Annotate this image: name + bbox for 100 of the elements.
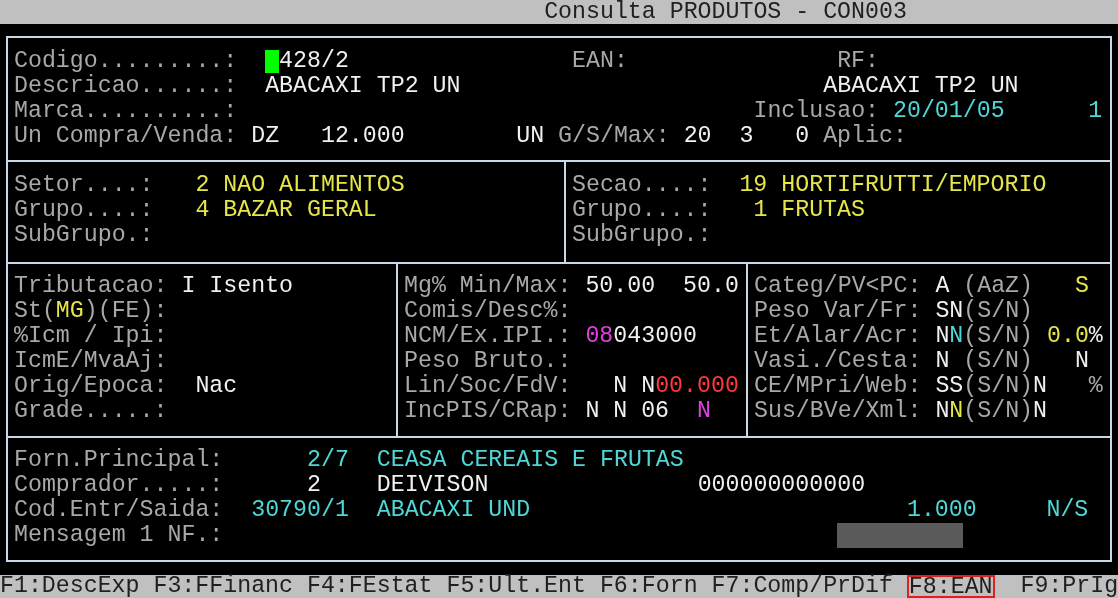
field-label: Peso Var/Fr: <box>754 299 922 324</box>
field-value: N <box>1033 399 1047 424</box>
field-value: 30790/1 <box>251 498 349 523</box>
field-label: Orig/Epoca: <box>14 374 168 399</box>
field-label: SubGrupo.: <box>572 223 712 248</box>
field-label: SubGrupo.: <box>14 223 154 248</box>
field-value: ABACAXI TP2 UN <box>265 74 461 99</box>
function-key[interactable]: F1:DescExp <box>0 575 140 598</box>
field-value: 20/01/05 <box>893 99 1005 124</box>
field-value: 06 <box>641 399 670 424</box>
field-value: NAO ALIMENTOS <box>223 173 405 198</box>
field-value: ABACAXI TP2 UN <box>823 74 1019 99</box>
field-label: Mensagem 1 NF.: <box>14 523 224 548</box>
field-label: Et/Alar/Acr: <box>754 324 922 349</box>
field-value: 08 <box>585 324 614 349</box>
field-value: G/S/Max: <box>558 124 670 149</box>
field-label: Sus/BVe/Xml: <box>754 399 922 424</box>
field-value: N <box>641 374 656 399</box>
field-value: N <box>949 324 964 349</box>
field-value: N <box>935 349 950 374</box>
field-label: Grupo....: <box>14 198 154 223</box>
field-value: (S/N) <box>963 349 1034 374</box>
field-label: Mg% Min/Max: <box>404 274 572 299</box>
cursor-icon <box>265 50 280 73</box>
field-value: DZ <box>251 124 280 149</box>
field-value: N <box>613 399 628 424</box>
field-label: Descricao......: <box>14 74 238 99</box>
field-label: Peso Bruto.: <box>404 349 572 374</box>
field-label: Grade.....: <box>14 399 168 424</box>
field-value: FRUTAS <box>781 198 865 223</box>
field-label: IncPIS/CRap: <box>404 399 572 424</box>
field-value: SS <box>935 374 964 399</box>
field-label: Forn.Principal: <box>14 448 224 473</box>
field-value: N <box>949 399 964 424</box>
field-value: CEASA CEREAIS E FRUTAS <box>376 448 684 473</box>
field-label: Tributacao: <box>14 274 168 299</box>
field-label: St( <box>14 299 56 324</box>
function-key[interactable]: F5:Ult.Ent <box>446 575 586 598</box>
field-label: Codigo.........: <box>14 49 238 74</box>
field-value: 00.000 <box>655 374 739 399</box>
field-value: I Isento <box>181 274 294 299</box>
field-value: % <box>1088 374 1103 399</box>
field-value: (AaZ) <box>963 274 1034 299</box>
field-label: Lin/Soc/FdV: <box>404 374 572 399</box>
field-label: Grupo....: <box>572 198 712 223</box>
field-value: 1 <box>1088 99 1103 124</box>
field-value: 1.000 <box>906 498 977 523</box>
field-value: (S/N) <box>963 399 1034 424</box>
field-value: SN <box>935 299 964 324</box>
field-value: N <box>1033 374 1047 399</box>
function-key[interactable]: F7:Comp/PrDif <box>711 575 893 598</box>
field-label: IcmE/MvaAj: <box>14 349 168 374</box>
field-label: Un Compra/Venda: <box>14 124 238 149</box>
field-value: 428/2 <box>279 49 349 74</box>
field-label: Secao....: <box>572 173 712 198</box>
field-value: Aplic: <box>823 124 907 149</box>
function-key[interactable]: F8:EAN <box>906 575 995 598</box>
field-value: ABACAXI UND <box>376 498 531 523</box>
field-value: 0.0 <box>1047 324 1089 349</box>
field-label: NCM/Ex.IPI.: <box>404 324 572 349</box>
field-value: N/S <box>1046 498 1089 523</box>
field-value: 50.0 <box>683 274 739 299</box>
field-value: 50.00 <box>585 274 656 299</box>
function-key[interactable]: F4:FEstat <box>306 575 433 598</box>
field-value: (S/N) <box>963 324 1034 349</box>
window-title: Consulta PRODUTOS - CON003 <box>544 0 907 25</box>
field-label: Marca..........: <box>14 99 238 124</box>
field-value: N <box>935 399 950 424</box>
field-value: 20 <box>683 124 712 149</box>
function-key[interactable]: F9:PrIg <box>1020 575 1118 598</box>
field-value: N <box>696 399 711 424</box>
field-value: N <box>613 374 628 399</box>
field-value: N <box>1074 349 1089 374</box>
field-value: 3 <box>739 124 754 149</box>
field-label: %Icm / Ipi: <box>14 324 168 349</box>
field-value: N <box>585 399 600 424</box>
field-value: DEIVISON <box>376 473 489 498</box>
field-value: 19 <box>739 173 768 198</box>
field-label: Cod.Entr/Saida: <box>14 498 224 523</box>
field-value: 000000000000 <box>697 473 866 498</box>
field-value: A <box>935 274 950 299</box>
field-value: Nac <box>195 374 238 399</box>
field-value: 4 <box>195 198 210 223</box>
field-value: (S/N) <box>963 374 1034 399</box>
field-label: Comis/Desc%: <box>404 299 572 324</box>
field-label: Categ/PV<PC: <box>754 274 922 299</box>
function-key[interactable]: F6:Forn <box>599 575 698 598</box>
field-value: % <box>1088 324 1103 349</box>
function-key[interactable]: F3:FFinanc <box>153 575 293 598</box>
field-label: CE/MPri/Web: <box>754 374 922 399</box>
field-value: HORTIFRUTTI/EMPORIO <box>781 173 1047 198</box>
field-value: 12.000 <box>320 124 405 149</box>
field-label: Vasi./Cesta: <box>754 349 922 374</box>
field-value: 2 <box>195 173 210 198</box>
field-value: EAN: <box>572 49 628 74</box>
field-value: )(FE): <box>83 299 168 324</box>
field-value: (S/N) <box>963 299 1034 324</box>
field-label: Setor....: <box>14 173 154 198</box>
field-value: MG <box>55 299 84 324</box>
field-value: BAZAR GERAL <box>223 198 377 223</box>
